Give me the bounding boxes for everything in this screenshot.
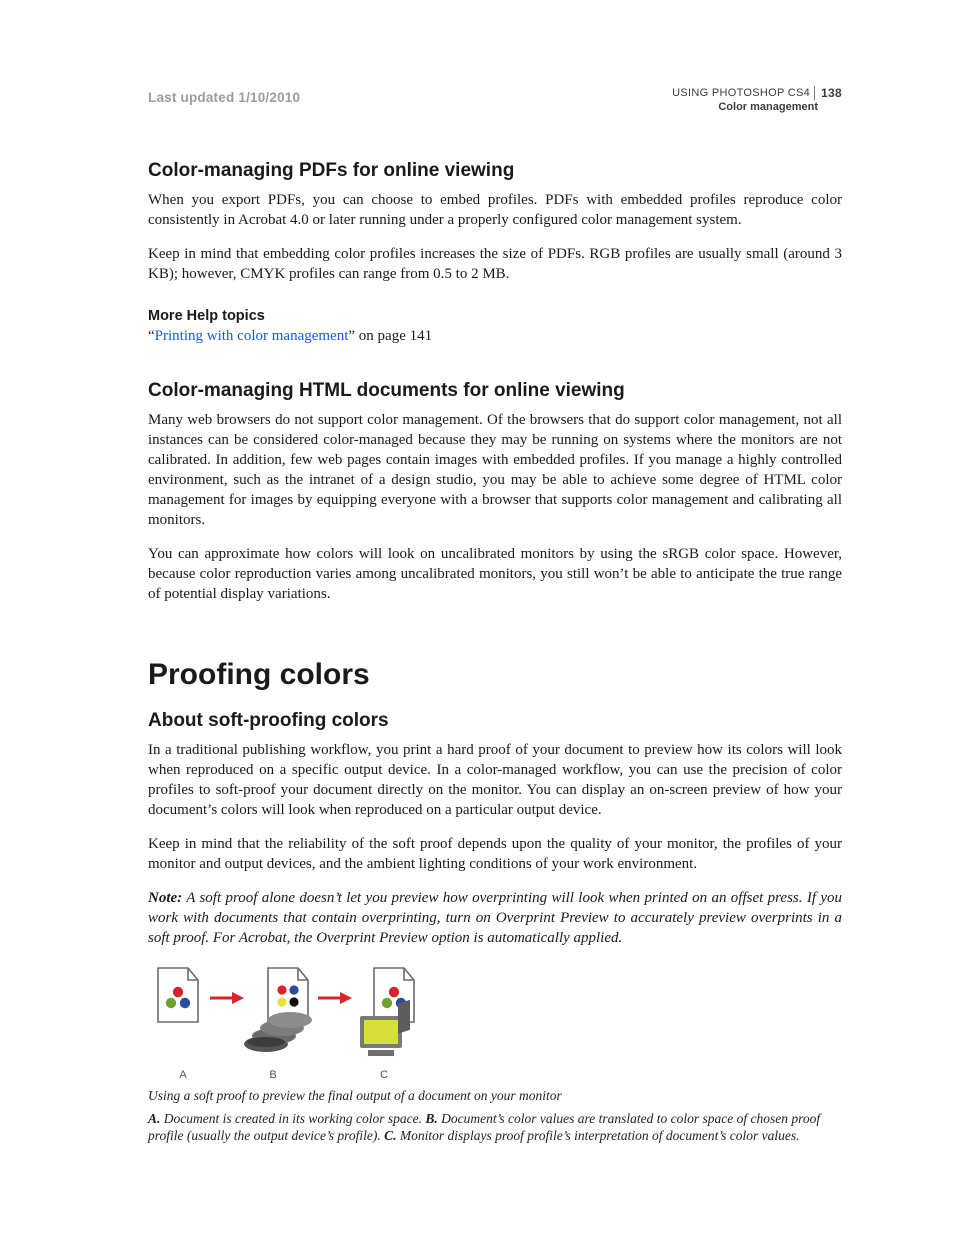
xref-link[interactable]: Printing with color management [155,328,349,344]
figure-caption-main: Using a soft proof to preview the final … [148,1087,842,1104]
figure-labels: A B C [148,1069,444,1081]
paragraph: When you export PDFs, you can choose to … [148,190,842,230]
figure-svg [148,962,444,1058]
heading-softproof: About soft-proofing colors [148,710,842,732]
figure-label-a: A [148,1069,218,1081]
last-updated: Last updated 1/10/2010 [148,90,300,105]
figure-softproof: A B C Using a soft proof to preview the … [148,962,842,1144]
product-title: USING PHOTOSHOP CS4 [672,87,810,99]
page-header: Last updated 1/10/2010 USING PHOTOSHOP C… [148,86,842,120]
header-right: USING PHOTOSHOP CS4 138 Color management [672,86,842,113]
reference-tail: ” on page 141 [348,328,432,344]
note-body: A soft proof alone doesn’t let you previ… [148,890,842,946]
paragraph: Many web browsers do not support color m… [148,410,842,530]
note-paragraph: Note: A soft proof alone doesn’t let you… [148,888,842,948]
caption-txt-a: Document is created in its working color… [160,1111,425,1126]
content: Color-managing PDFs for online viewing W… [148,160,842,1144]
caption-key-c: C. [384,1128,396,1143]
caption-txt-c: Monitor displays proof profile’s interpr… [396,1128,799,1143]
page-number: 138 [814,86,842,100]
chapter-heading: Proofing colors [148,658,842,692]
product-title-line: USING PHOTOSHOP CS4 138 [672,86,842,100]
note-label: Note: [148,890,182,906]
figure-label-b: B [218,1069,328,1081]
paragraph: You can approximate how colors will look… [148,544,842,604]
paragraph: In a traditional publishing workflow, yo… [148,740,842,820]
heading-pdf: Color-managing PDFs for online viewing [148,160,842,182]
heading-html: Color-managing HTML documents for online… [148,380,842,402]
caption-key-b: B. [425,1111,437,1126]
more-help-heading: More Help topics [148,308,842,324]
section-title: Color management [672,101,842,113]
figure-label-c: C [328,1069,440,1081]
paragraph: Keep in mind that the reliability of the… [148,834,842,874]
paragraph: Keep in mind that embedding color profil… [148,244,842,284]
page: Last updated 1/10/2010 USING PHOTOSHOP C… [0,0,954,1235]
reference-line: “Printing with color management” on page… [148,326,842,346]
figure-caption-keys: A. Document is created in its working co… [148,1110,842,1144]
caption-key-a: A. [148,1111,160,1126]
quote-open: “ [148,328,155,344]
